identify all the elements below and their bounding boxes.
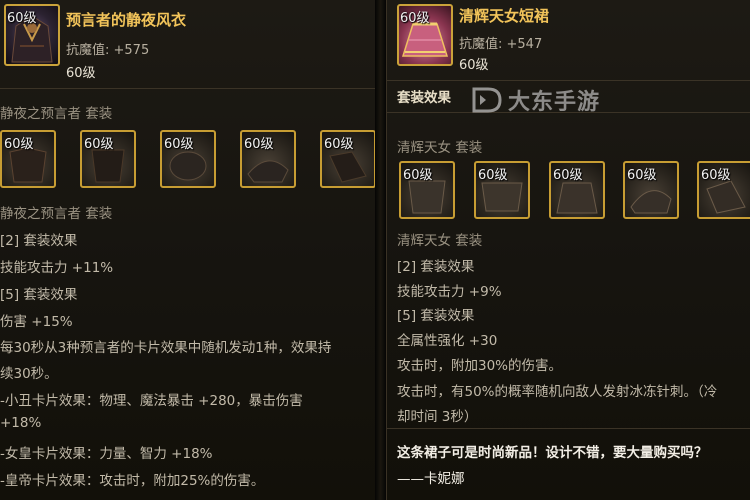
item-level-badge: 60级	[400, 11, 430, 26]
divider	[387, 428, 750, 429]
slot-level: 60级	[324, 137, 354, 152]
set-bonus-line: 技能攻击力 +11%	[0, 260, 114, 276]
slot-level: 60级	[4, 137, 34, 152]
set-slot-2[interactable]: 60级	[474, 161, 530, 219]
slot-level: 60级	[244, 137, 274, 152]
set-slot-5[interactable]: 60级	[697, 161, 750, 219]
set-bonus-line: 却时间 3秒）	[397, 409, 478, 425]
site-watermark: 大东手游	[470, 84, 600, 116]
slot-level: 60级	[627, 168, 657, 183]
set-slot-4[interactable]: 60级	[240, 130, 296, 188]
set-bonus-line: 攻击时，有50%的概率随机向敌人发射冰冻针刺。（冷	[397, 384, 718, 400]
slot-level: 60级	[478, 168, 508, 183]
set-bonus-2-label: [2] 套装效果	[397, 259, 475, 275]
set-slot-3[interactable]: 60级	[549, 161, 605, 219]
set-effect-label: 套装效果	[397, 90, 451, 106]
divider	[387, 80, 750, 81]
set-header: 静夜之预言者 套装	[0, 106, 113, 122]
panel-gap	[375, 0, 386, 500]
set-slot-5[interactable]: 60级	[320, 130, 375, 188]
watermark-text: 大东手游	[508, 90, 601, 115]
slot-level: 60级	[164, 137, 194, 152]
required-level: 60级	[459, 58, 489, 73]
magic-resist-stat: 抗魔值: +575	[66, 43, 150, 58]
skirt-item-icon[interactable]: 60级	[397, 4, 453, 66]
item-level-badge: 60级	[7, 11, 37, 26]
slot-level: 60级	[84, 137, 114, 152]
set-bonus-5-label: [5] 套装效果	[0, 287, 78, 303]
set-bonus-2-label: [2] 套装效果	[0, 233, 78, 249]
set-bonus-line: 攻击时，附加30%的伤害。	[397, 358, 563, 374]
flavor-quote-author: ——卡妮娜	[397, 471, 465, 487]
set-slot-4[interactable]: 60级	[623, 161, 679, 219]
required-level: 60级	[66, 66, 96, 81]
set-slot-1[interactable]: 60级	[0, 130, 56, 188]
set-bonus-line: 伤害 +15%	[0, 314, 73, 330]
watermark-logo-icon	[470, 85, 504, 115]
right-item-tooltip: 60级 清辉天女短裙 抗魔值: +547 60级 套装效果 清辉天女 套装 60…	[386, 0, 750, 500]
set-bonus-5-label: [5] 套装效果	[397, 308, 475, 324]
cloak-item-icon[interactable]: 60级	[4, 4, 60, 66]
magic-resist-stat: 抗魔值: +547	[459, 37, 543, 52]
set-bonus-line: 技能攻击力 +9%	[397, 284, 502, 300]
item-header: 60级 清辉天女短裙 抗魔值: +547 60级	[387, 0, 750, 86]
set-slot-3[interactable]: 60级	[160, 130, 216, 188]
item-header: 60级 预言者的静夜风衣 抗魔值: +575 60级	[0, 0, 375, 86]
divider	[0, 88, 375, 89]
set-bonus-line: 全属性强化 +30	[397, 333, 498, 349]
set-bonus-line: 每30秒从3种预言者的卡片效果中随机发动1种，效果持	[0, 340, 332, 356]
set-name: 静夜之预言者 套装	[0, 206, 113, 222]
set-bonus-line: -小丑卡片效果：物理、魔法暴击 +280，暴击伤害	[0, 393, 303, 409]
item-name: 清辉天女短裙	[459, 7, 550, 25]
set-name: 清辉天女 套装	[397, 233, 483, 249]
flavor-quote: 这条裙子可是时尚新品！设计不错，要大量购买吗？	[397, 445, 708, 461]
slot-level: 60级	[701, 168, 731, 183]
slot-level: 60级	[553, 168, 583, 183]
slot-level: 60级	[403, 168, 433, 183]
set-bonus-line: +18%	[0, 415, 42, 431]
set-bonus-line: -女皇卡片效果：力量、智力 +18%	[0, 446, 213, 462]
set-header: 清辉天女 套装	[397, 140, 483, 156]
set-slot-2[interactable]: 60级	[80, 130, 136, 188]
set-bonus-line: -皇帝卡片效果：攻击时，附加25%的伤害。	[0, 473, 265, 489]
left-item-tooltip: 60级 预言者的静夜风衣 抗魔值: +575 60级 静夜之预言者 套装 60级…	[0, 0, 375, 500]
item-name: 预言者的静夜风衣	[66, 11, 187, 29]
set-bonus-line: 续30秒。	[0, 366, 58, 382]
set-slot-1[interactable]: 60级	[399, 161, 455, 219]
